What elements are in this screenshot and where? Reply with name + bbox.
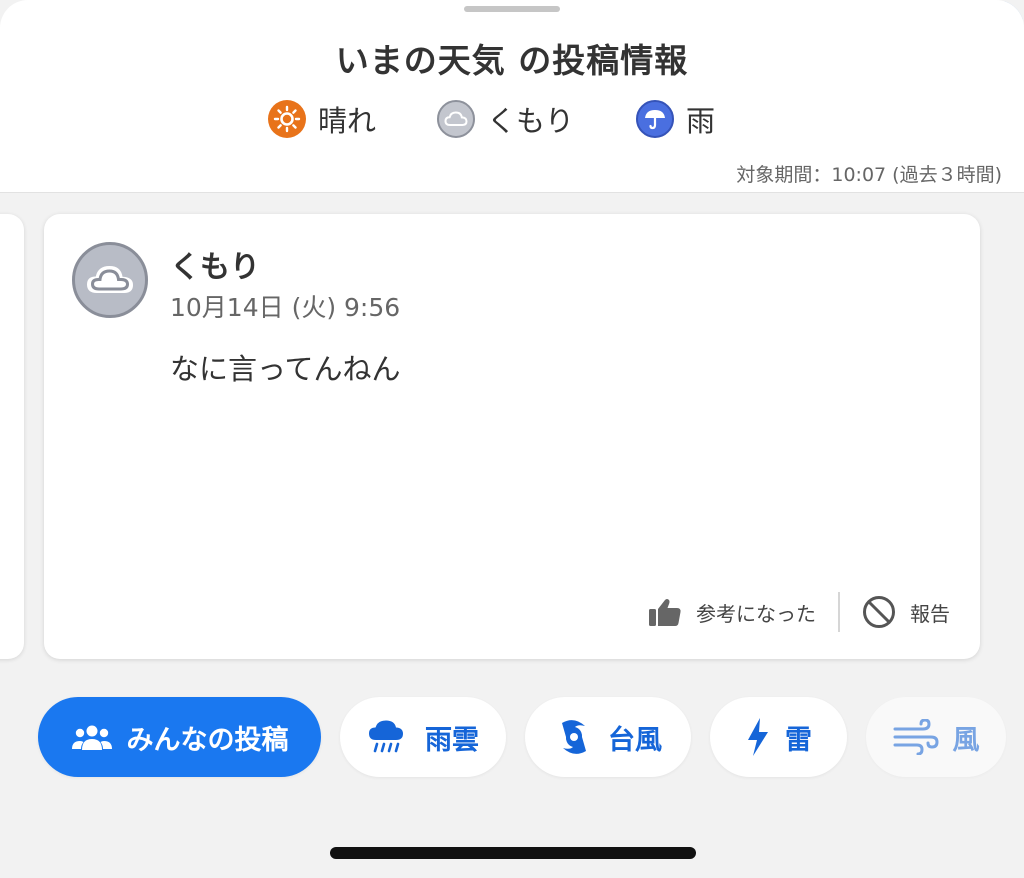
rain-cloud-icon <box>367 719 411 755</box>
weather-posts-sheet: いまの天気 の投稿情報 晴れ くもり 雨 対象期間：10:07 (過去３時間) … <box>0 0 1024 878</box>
post-weather: くもり <box>170 250 260 285</box>
legend-item-sunny: 晴れ <box>268 98 376 140</box>
feature-tab-bar: みんなの投稿 雨雲 台風 雷 風 <box>38 697 1024 777</box>
sheet-grabber[interactable] <box>464 6 560 12</box>
post-actions: 参考になった 報告 <box>648 592 950 632</box>
report-button[interactable]: 報告 <box>862 595 950 629</box>
tab-label: みんなの投稿 <box>126 724 289 756</box>
typhoon-icon <box>554 717 594 757</box>
prohibited-icon <box>862 595 896 629</box>
tab-label: 台風 <box>608 724 662 756</box>
sunny-icon <box>268 100 306 138</box>
home-indicator <box>330 847 696 859</box>
tab-typhoon[interactable]: 台風 <box>525 697 691 777</box>
helpful-label: 参考になった <box>696 601 816 626</box>
post-timestamp: 10月14日 (火) 9:56 <box>170 293 401 322</box>
lightning-icon <box>745 717 771 757</box>
legend-label: 雨 <box>686 104 716 138</box>
post-text: なに言ってんねん <box>170 352 401 386</box>
tab-label: 風 <box>952 724 980 756</box>
wind-icon <box>893 719 939 755</box>
post-card: くもり 10月14日 (火) 9:56 なに言ってんねん 参考になった 報告 <box>44 214 980 659</box>
tab-lightning[interactable]: 雷 <box>710 697 847 777</box>
tab-everyone-posts[interactable]: みんなの投稿 <box>38 697 321 777</box>
thumbs-up-icon <box>648 597 682 627</box>
tab-wind[interactable]: 風 <box>866 697 1006 777</box>
report-label: 報告 <box>910 601 950 626</box>
period-label: 対象期間：10:07 (過去３時間) <box>736 164 1002 186</box>
weather-legend: 晴れ くもり 雨 <box>0 98 1024 140</box>
legend-label: くもり <box>487 104 575 138</box>
legend-item-rain: 雨 <box>636 98 715 140</box>
people-icon <box>71 722 113 752</box>
sheet-header: いまの天気 の投稿情報 晴れ くもり 雨 対象期間：10:07 (過去３時間) <box>0 0 1024 193</box>
legend-label: 晴れ <box>318 104 377 138</box>
tab-label: 雷 <box>785 724 812 756</box>
tab-label: 雨雲 <box>425 724 479 756</box>
cloud-icon <box>72 242 148 318</box>
legend-item-cloudy: くもり <box>437 98 574 140</box>
previous-post-card[interactable] <box>0 214 24 659</box>
umbrella-icon <box>636 100 674 138</box>
tab-rain-clouds[interactable]: 雨雲 <box>340 697 506 777</box>
helpful-button[interactable]: 参考になった <box>648 597 816 627</box>
action-divider <box>838 592 840 632</box>
cloud-icon <box>437 100 475 138</box>
page-title: いまの天気 の投稿情報 <box>335 41 689 80</box>
